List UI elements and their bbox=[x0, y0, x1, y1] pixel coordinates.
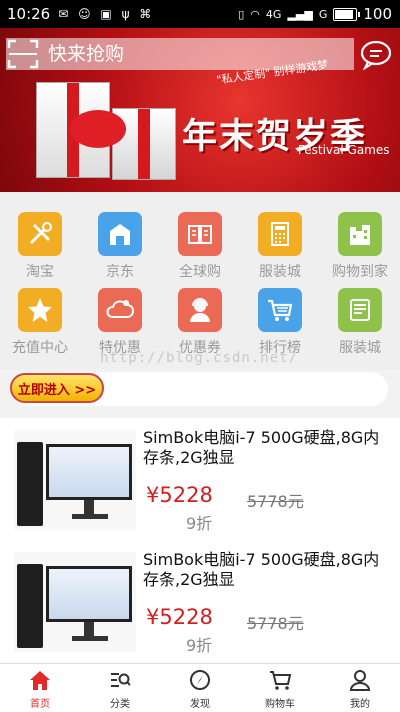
category-label: 服装城 bbox=[259, 264, 301, 280]
product-original-price: 5778元 bbox=[247, 492, 304, 511]
cart-icon bbox=[270, 671, 292, 690]
message-icon[interactable] bbox=[359, 38, 393, 70]
4g-icon: 4G bbox=[265, 7, 282, 21]
vibrate-icon: ▯ bbox=[238, 7, 245, 21]
category-special[interactable]: 特优惠 bbox=[85, 288, 155, 357]
category-label: 充值中心 bbox=[12, 340, 68, 356]
nav-discover[interactable]: 发现 bbox=[160, 664, 240, 712]
compass-icon bbox=[190, 670, 210, 690]
product-original-price: 5778元 bbox=[247, 614, 304, 633]
nav-category[interactable]: 分类 bbox=[80, 664, 160, 712]
nav-profile[interactable]: 我的 bbox=[320, 664, 400, 712]
house-icon bbox=[98, 212, 142, 256]
enter-now-button[interactable]: 立即进入 >> bbox=[10, 373, 104, 403]
category-label: 京东 bbox=[106, 264, 134, 280]
category-label: 服装城 bbox=[339, 340, 381, 356]
product-image bbox=[14, 430, 136, 530]
nav-label: 发现 bbox=[190, 699, 210, 710]
nav-label: 我的 bbox=[350, 699, 370, 710]
battery-icon bbox=[333, 7, 361, 21]
calculator-icon bbox=[258, 212, 302, 256]
battery-percent: 100 bbox=[363, 5, 392, 23]
category-global[interactable]: 全球购 bbox=[165, 212, 235, 281]
monitor-image bbox=[46, 444, 132, 500]
monitor-base bbox=[72, 636, 108, 641]
monitor-base bbox=[72, 514, 108, 519]
watermark-text: http://blog.csdn.net/ bbox=[100, 350, 299, 366]
nav-home[interactable]: 首页 bbox=[0, 664, 80, 712]
notification-icons: ✉ ☺ ▣ ψ ⌘ bbox=[58, 7, 155, 21]
status-right: ▯ ◠ 4G ▂▄▆ G 100 bbox=[238, 5, 400, 23]
nav-cart[interactable]: 购物车 bbox=[240, 664, 320, 712]
tools-icon bbox=[18, 212, 62, 256]
g-network-icon: G bbox=[318, 7, 328, 21]
category-label: 购物到家 bbox=[332, 264, 388, 280]
pc-tower-image bbox=[17, 442, 43, 526]
category-clothing[interactable]: 服装城 bbox=[245, 212, 315, 281]
shop-icon bbox=[338, 288, 382, 332]
category-label: 全球购 bbox=[179, 264, 221, 280]
product-title: SimBok电脑i-7 500G硬盘,8G内存条,2G独显 bbox=[143, 550, 380, 589]
cloud-icon bbox=[98, 288, 142, 332]
category-taobao[interactable]: 淘宝 bbox=[5, 212, 75, 281]
wifi-icon: ◠ bbox=[250, 7, 260, 21]
category-label: 淘宝 bbox=[26, 264, 54, 280]
pc-tower-image bbox=[17, 564, 43, 648]
signal-icon: ▂▄▆ bbox=[287, 7, 313, 21]
status-bar: 10:26 ✉ ☺ ▣ ψ ⌘ ▯ ◠ 4G ▂▄▆ G 100 bbox=[0, 0, 400, 28]
search-input[interactable] bbox=[46, 42, 330, 66]
battery-fill bbox=[335, 9, 354, 19]
nav-label: 购物车 bbox=[265, 699, 295, 710]
scan-icon[interactable] bbox=[6, 38, 40, 70]
category-jd[interactable]: 京东 bbox=[85, 212, 155, 281]
user-icon bbox=[349, 670, 371, 691]
ribbon-bow-image bbox=[70, 110, 126, 148]
product-price: ¥5228 bbox=[146, 483, 213, 507]
category-clothing-2[interactable]: 服装城 bbox=[325, 288, 395, 357]
search-bar bbox=[6, 38, 354, 70]
bottom-nav: 首页 分类 发现 购物车 我的 bbox=[0, 663, 400, 712]
category-grid: 淘宝 京东 全球购 服装城 购物到家 充值中心 特优惠 优惠券 排行榜 服装城 bbox=[0, 192, 400, 370]
nav-label: 首页 bbox=[30, 699, 50, 710]
product-image bbox=[14, 552, 136, 652]
nav-label: 分类 bbox=[110, 699, 130, 710]
banner-subtitle: Festival Games bbox=[298, 143, 390, 157]
category-recharge[interactable]: 充值中心 bbox=[5, 288, 75, 357]
product-price: ¥5228 bbox=[146, 605, 213, 629]
product-title: SimBok电脑i-7 500G硬盘,8G内存条,2G独显 bbox=[143, 428, 380, 467]
category-delivery[interactable]: 购物到家 bbox=[325, 212, 395, 281]
home-icon bbox=[30, 671, 50, 690]
cart-icon bbox=[258, 288, 302, 332]
support-icon bbox=[178, 288, 222, 332]
building-icon bbox=[338, 212, 382, 256]
product-discount: 9折 bbox=[186, 636, 213, 655]
product-card[interactable]: SimBok电脑i-7 500G硬盘,8G内存条,2G独显 ¥5228 5778… bbox=[0, 540, 400, 666]
star-icon bbox=[18, 288, 62, 332]
book-icon bbox=[178, 212, 222, 256]
product-discount: 9折 bbox=[186, 514, 213, 533]
category-ranking[interactable]: 排行榜 bbox=[245, 288, 315, 357]
category-search-icon bbox=[111, 673, 131, 687]
product-card[interactable]: SimBok电脑i-7 500G硬盘,8G内存条,2G独显 ¥5228 5778… bbox=[0, 418, 400, 544]
monitor-image bbox=[46, 566, 132, 622]
status-time: 10:26 bbox=[7, 5, 51, 23]
category-coupon[interactable]: 优惠券 bbox=[165, 288, 235, 357]
